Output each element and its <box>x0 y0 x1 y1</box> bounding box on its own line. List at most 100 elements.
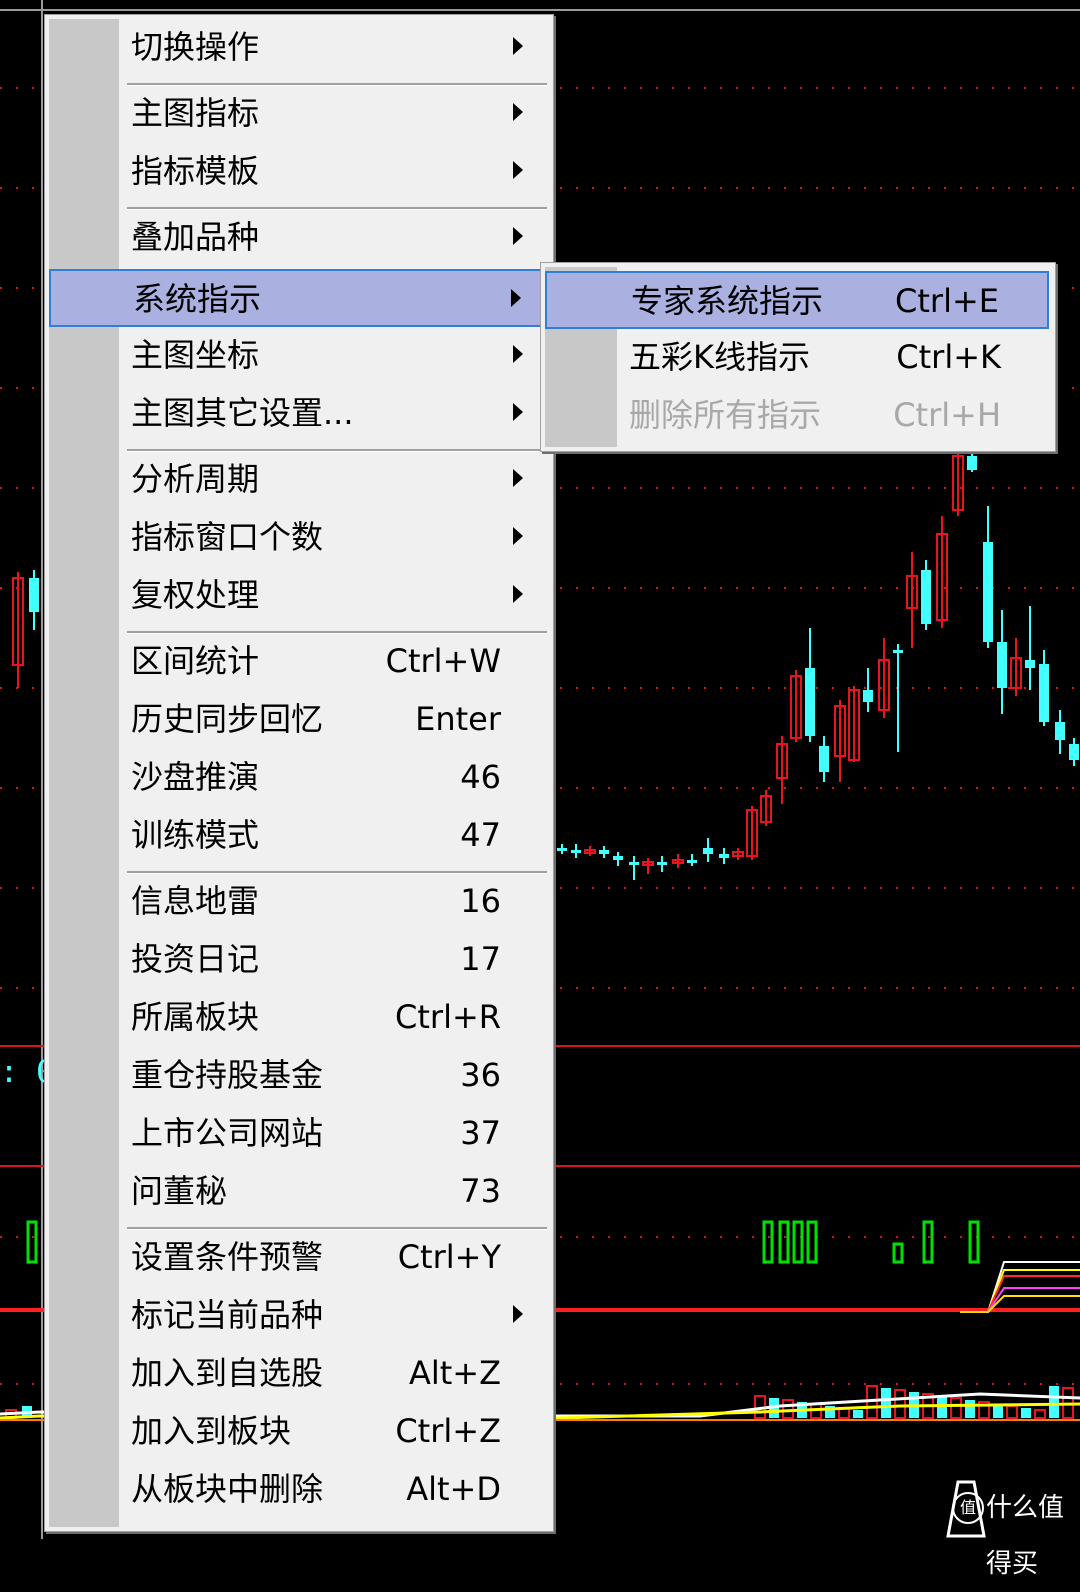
menu-item-label: 复权处理 <box>131 576 260 614</box>
watermark-logo-icon: 值 <box>952 1492 984 1524</box>
menu-item-shortcut: Ctrl+Z <box>395 1412 501 1450</box>
submenu-arrow-icon <box>513 37 523 55</box>
menu-item-shortcut: 16 <box>460 882 501 920</box>
menu-item-adjust-rights[interactable]: 复权处理 <box>49 567 547 625</box>
menu-item-label: 切换操作 <box>131 28 260 66</box>
submenu-item-expert-system-indicator[interactable]: 专家系统指示 Ctrl+E <box>545 271 1049 329</box>
menu-item-interval-statistics[interactable]: 区间统计 Ctrl+W <box>49 633 547 691</box>
menu-item-switch-operation[interactable]: 切换操作 <box>49 19 547 77</box>
menu-item-add-to-sector[interactable]: 加入到板块 Ctrl+Z <box>49 1403 547 1461</box>
menu-item-label: 训练模式 <box>131 816 260 854</box>
menu-item-label: 指标窗口个数 <box>131 518 324 556</box>
candle-body <box>805 668 815 736</box>
candle-body <box>687 860 697 863</box>
menu-item-indicator-template[interactable]: 指标模板 <box>49 143 547 201</box>
candle-body <box>967 456 977 470</box>
menu-item-sandbox-simulation[interactable]: 沙盘推演 46 <box>49 749 547 807</box>
menu-item-label: 问董秘 <box>131 1172 228 1210</box>
menu-separator <box>127 207 547 210</box>
submenu-arrow-icon <box>513 1305 523 1323</box>
menu-item-shortcut: 47 <box>460 816 501 854</box>
watermark: 值 什么值得买 <box>946 1480 1080 1579</box>
menu-item-label: 设置条件预警 <box>131 1238 324 1276</box>
volume-bar <box>782 1399 794 1419</box>
submenu-item-delete-all-indicators: 删除所有指示 Ctrl+H <box>545 387 1049 445</box>
menu-item-label: 标记当前品种 <box>131 1296 324 1334</box>
menu-item-related-sectors[interactable]: 所属板块 Ctrl+R <box>49 989 547 1047</box>
menu-item-label: 主图指标 <box>131 94 260 132</box>
menu-item-mark-current-symbol[interactable]: 标记当前品种 <box>49 1287 547 1345</box>
submenu-arrow-icon <box>513 469 523 487</box>
menu-item-history-sync-recall[interactable]: 历史同步回忆 Enter <box>49 691 547 749</box>
menu-separator <box>127 83 547 86</box>
menu-item-label: 上市公司网站 <box>131 1114 324 1152</box>
menu-item-company-website[interactable]: 上市公司网站 37 <box>49 1105 547 1163</box>
signal-bar <box>762 1220 774 1264</box>
menu-item-main-chart-other-settings[interactable]: 主图其它设置... <box>49 385 547 443</box>
volume-bar <box>894 1389 906 1419</box>
menu-item-training-mode[interactable]: 训练模式 47 <box>49 807 547 865</box>
menu-item-label: 沙盘推演 <box>131 758 260 796</box>
menu-item-shortcut: Alt+D <box>406 1470 501 1508</box>
volume-bar <box>1006 1405 1018 1419</box>
menu-item-shortcut: 37 <box>460 1114 501 1152</box>
menu-item-ask-secretary[interactable]: 问董秘 73 <box>49 1163 547 1221</box>
submenu-arrow-icon <box>513 345 523 363</box>
menu-item-label: 投资日记 <box>131 940 260 978</box>
volume-bar <box>950 1397 962 1419</box>
indicator-line <box>960 1275 1080 1313</box>
menu-item-main-chart-axis[interactable]: 主图坐标 <box>49 327 547 385</box>
candle-body <box>703 848 713 854</box>
volume-bar <box>1049 1386 1059 1418</box>
menu-item-overlay-symbol[interactable]: 叠加品种 <box>49 209 547 267</box>
menu-item-heavy-holding-funds[interactable]: 重仓持股基金 36 <box>49 1047 547 1105</box>
menu-item-label: 区间统计 <box>131 642 260 680</box>
menu-item-shortcut: Alt+Z <box>408 1354 501 1392</box>
menu-item-investment-diary[interactable]: 投资日记 17 <box>49 931 547 989</box>
submenu-item-shortcut: Ctrl+H <box>893 396 1001 434</box>
menu-item-set-condition-alert[interactable]: 设置条件预警 Ctrl+Y <box>49 1229 547 1287</box>
submenu-arrow-icon <box>513 585 523 603</box>
candle-body <box>1025 660 1035 668</box>
menu-item-shortcut: Ctrl+Y <box>397 1238 501 1276</box>
submenu-arrow-icon <box>513 161 523 179</box>
candle-body <box>997 642 1007 688</box>
menu-item-info-mine[interactable]: 信息地雷 16 <box>49 873 547 931</box>
menu-item-label: 加入到板块 <box>131 1412 292 1450</box>
candle-body <box>29 578 39 612</box>
submenu-item-label: 五彩K线指示 <box>629 338 810 376</box>
volume-bar <box>1021 1408 1031 1418</box>
submenu-arrow-icon <box>513 403 523 421</box>
menu-item-shortcut: Ctrl+R <box>395 998 501 1036</box>
menu-item-label: 历史同步回忆 <box>131 700 324 738</box>
menu-item-label: 主图坐标 <box>131 336 260 374</box>
submenu-item-colorful-kline-indicator[interactable]: 五彩K线指示 Ctrl+K <box>545 329 1049 387</box>
menu-item-label: 从板块中删除 <box>131 1470 324 1508</box>
menu-item-main-chart-indicator[interactable]: 主图指标 <box>49 85 547 143</box>
menu-item-analysis-period[interactable]: 分析周期 <box>49 451 547 509</box>
candle-body <box>599 850 609 854</box>
menu-item-label: 主图其它设置... <box>131 394 354 432</box>
menu-item-remove-from-sector[interactable]: 从板块中删除 Alt+D <box>49 1461 547 1519</box>
menu-item-label: 重仓持股基金 <box>131 1056 324 1094</box>
menu-item-label: 加入到自选股 <box>131 1354 324 1392</box>
candle-body <box>893 650 903 653</box>
menu-item-system-indicator[interactable]: 系统指示 <box>49 269 547 327</box>
menu-item-add-to-watchlist[interactable]: 加入到自选股 Alt+Z <box>49 1345 547 1403</box>
submenu-item-shortcut: Ctrl+E <box>895 282 999 320</box>
system-indicator-submenu: 专家系统指示 Ctrl+E 五彩K线指示 Ctrl+K 删除所有指示 Ctrl+H <box>540 262 1056 452</box>
candle-body <box>719 854 729 858</box>
candle-body <box>921 570 931 624</box>
candle-body <box>613 856 623 860</box>
menu-item-shortcut: 36 <box>460 1056 501 1094</box>
submenu-arrow-icon <box>513 527 523 545</box>
submenu-item-label: 删除所有指示 <box>629 396 822 434</box>
volume-bar <box>881 1388 891 1418</box>
menu-item-label: 指标模板 <box>131 152 260 190</box>
submenu-arrow-icon <box>511 289 521 307</box>
candle-body <box>657 862 667 865</box>
candle-body <box>629 862 639 865</box>
candle-body <box>557 848 567 851</box>
menu-item-indicator-window-count[interactable]: 指标窗口个数 <box>49 509 547 567</box>
candle-body <box>863 690 873 702</box>
